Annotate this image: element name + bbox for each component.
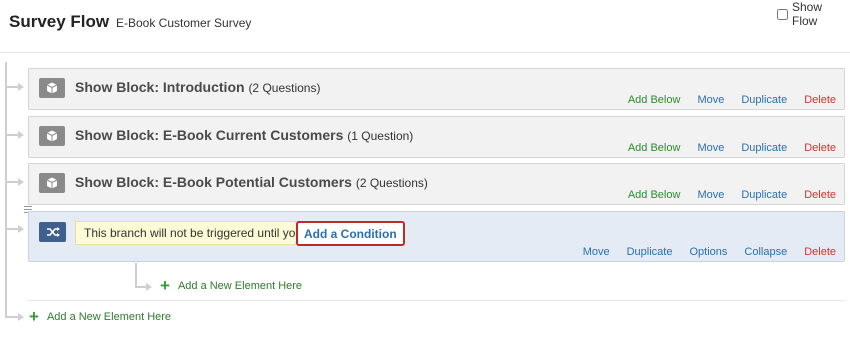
- flow-arrow-icon: [146, 283, 152, 291]
- duplicate-link[interactable]: Duplicate: [741, 189, 787, 201]
- add-element-link[interactable]: + Add a New Element Here: [29, 307, 172, 326]
- question-count: (2 Questions): [248, 81, 321, 95]
- flow-trunk-line: [5, 62, 7, 316]
- block-actions: Add Below Move Duplicate Delete: [611, 94, 836, 106]
- shuffle-icon: [39, 222, 66, 242]
- duplicate-link[interactable]: Duplicate: [741, 94, 787, 106]
- branch-warning-message: This branch will not be triggered until …: [75, 221, 305, 245]
- branch-child-line: [135, 263, 137, 287]
- cube-icon: [39, 78, 65, 98]
- add-element-label: Add a New Element Here: [46, 311, 172, 323]
- header-divider: [0, 52, 850, 53]
- block-title: Show Block: E-Book Potential Customers (…: [75, 174, 428, 190]
- add-below-link[interactable]: Add Below: [628, 189, 681, 201]
- add-condition-button[interactable]: Add a Condition: [296, 221, 405, 246]
- block-name: Show Block: E-Book Potential Customers: [75, 174, 352, 190]
- collapse-link[interactable]: Collapse: [744, 246, 787, 258]
- flow-block-potential-customers[interactable]: Show Block: E-Book Potential Customers (…: [28, 163, 845, 205]
- branch-add-element-link[interactable]: + Add a New Element Here: [160, 276, 303, 295]
- flow-arrow-icon: [18, 313, 24, 321]
- flow-branch[interactable]: This branch will not be triggered until …: [28, 211, 845, 262]
- add-below-link[interactable]: Add Below: [628, 94, 681, 106]
- delete-link[interactable]: Delete: [804, 189, 836, 201]
- cube-icon: [39, 126, 65, 146]
- branch-actions: Move Duplicate Options Collapse Delete: [566, 246, 836, 258]
- block-name: Show Block: E-Book Current Customers: [75, 127, 344, 143]
- question-count: (2 Questions): [355, 176, 428, 190]
- plus-icon: +: [29, 307, 39, 326]
- add-element-label: Add a New Element Here: [177, 280, 303, 292]
- survey-flow-header: Survey Flow E-Book Customer Survey Show …: [0, 0, 850, 52]
- delete-link[interactable]: Delete: [804, 142, 836, 154]
- flow-block-introduction[interactable]: Show Block: Introduction (2 Questions) A…: [28, 68, 845, 110]
- add-below-link[interactable]: Add Below: [628, 142, 681, 154]
- move-link[interactable]: Move: [697, 142, 724, 154]
- block-actions: Add Below Move Duplicate Delete: [611, 142, 836, 154]
- delete-link[interactable]: Delete: [804, 94, 836, 106]
- flow-block-current-customers[interactable]: Show Block: E-Book Current Customers (1 …: [28, 116, 845, 158]
- block-actions: Add Below Move Duplicate Delete: [611, 189, 836, 201]
- show-flow-label: Show Flow: [792, 0, 823, 28]
- page-title: Survey Flow: [9, 12, 110, 31]
- cube-icon: [39, 173, 65, 193]
- block-name: Show Block: Introduction: [75, 79, 245, 95]
- question-count: (1 Question): [347, 129, 414, 143]
- show-flow-toggle[interactable]: Show Flow: [777, 0, 850, 28]
- options-link[interactable]: Options: [689, 246, 727, 258]
- show-flow-checkbox[interactable]: [777, 8, 788, 20]
- flow-arrow-icon: [18, 225, 24, 233]
- move-link[interactable]: Move: [583, 246, 610, 258]
- block-title: Show Block: E-Book Current Customers (1 …: [75, 127, 413, 143]
- block-title: Show Block: Introduction (2 Questions): [75, 79, 320, 95]
- flow-arrow-icon: [18, 83, 24, 91]
- branch-warning-text: This branch will not be triggered until …: [84, 226, 303, 240]
- delete-link[interactable]: Delete: [804, 246, 836, 258]
- flow-arrow-icon: [18, 131, 24, 139]
- flow-arrow-icon: [18, 178, 24, 186]
- duplicate-link[interactable]: Duplicate: [627, 246, 673, 258]
- duplicate-link[interactable]: Duplicate: [741, 142, 787, 154]
- section-divider: [28, 300, 845, 301]
- survey-name: E-Book Customer Survey: [116, 16, 252, 30]
- move-link[interactable]: Move: [697, 189, 724, 201]
- plus-icon: +: [160, 276, 170, 295]
- move-link[interactable]: Move: [697, 94, 724, 106]
